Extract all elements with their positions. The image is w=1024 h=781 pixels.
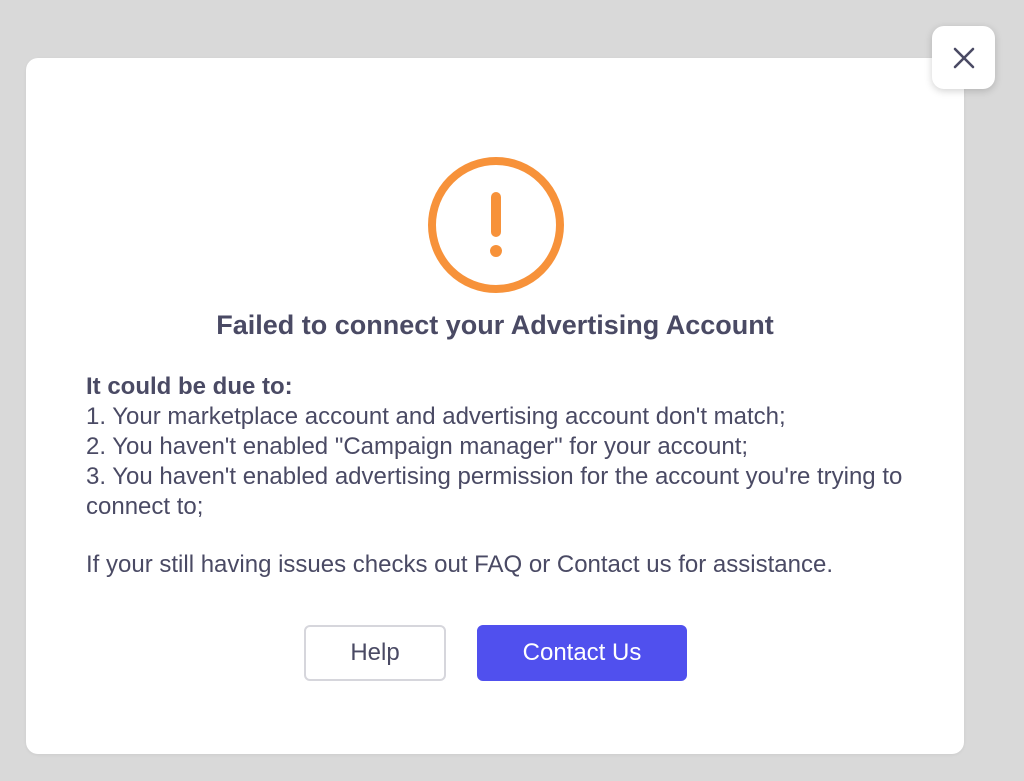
close-button[interactable] <box>932 26 995 89</box>
reason-item: 2. You haven't enabled "Campaign manager… <box>86 433 749 460</box>
error-dialog: Failed to connect your Advertising Accou… <box>26 58 964 754</box>
footer-note: If your still having issues checks out F… <box>86 551 833 578</box>
reason-item: 1. Your marketplace account and advertis… <box>86 403 786 430</box>
help-button[interactable]: Help <box>304 625 446 681</box>
contact-us-button[interactable]: Contact Us <box>477 625 687 681</box>
warning-icon <box>428 157 564 293</box>
reasons-text: It could be due to: 1. Your marketplace … <box>86 372 906 522</box>
reasons-lead: It could be due to: <box>86 373 293 400</box>
dialog-title: Failed to connect your Advertising Accou… <box>216 310 774 340</box>
close-icon <box>953 47 974 68</box>
reason-item: 3. You haven't enabled advertising permi… <box>86 463 903 520</box>
